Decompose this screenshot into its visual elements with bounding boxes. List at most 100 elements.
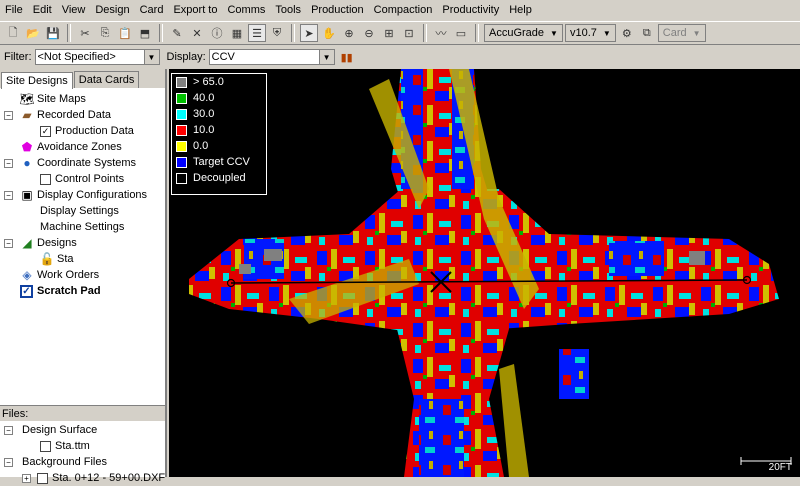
expand-icon[interactable]: + bbox=[22, 473, 31, 483]
tree-item-control-points[interactable]: Control Points bbox=[40, 171, 124, 187]
menu-edit[interactable]: Edit bbox=[28, 0, 57, 20]
profile-line-icon[interactable]: 〰 bbox=[432, 24, 450, 42]
sta-ttm-checkbox[interactable] bbox=[40, 440, 51, 452]
toolbar-separator bbox=[475, 24, 479, 42]
chevron-down-icon: ▼ bbox=[318, 50, 334, 64]
filter-select[interactable]: <Not Specified> ▼ bbox=[34, 49, 160, 65]
tree-item-work-orders[interactable]: ◈ Work Orders bbox=[20, 267, 99, 283]
cut-icon[interactable]: ✂ bbox=[76, 24, 94, 42]
menu-view[interactable]: View bbox=[57, 0, 91, 20]
lock-icon: 🔓 bbox=[39, 252, 55, 266]
legend-settings-icon[interactable]: ▮▮ bbox=[338, 48, 356, 66]
tree-item-sta[interactable]: 🔓 Sta bbox=[40, 251, 74, 267]
collapse-icon[interactable]: − bbox=[4, 110, 13, 120]
tree-item-coordinate-systems[interactable]: − ● Coordinate Systems bbox=[4, 155, 136, 171]
menu-card[interactable]: Card bbox=[135, 0, 169, 20]
menu-export-to[interactable]: Export to bbox=[168, 0, 222, 20]
shield-check-icon[interactable]: ⛨ bbox=[268, 24, 286, 42]
menu-help[interactable]: Help bbox=[504, 0, 537, 20]
product-combo[interactable]: AccuGrade ▼ bbox=[484, 24, 563, 42]
pan-hand-icon[interactable]: ✋ bbox=[320, 24, 338, 42]
save-icon[interactable]: 💾 bbox=[44, 24, 62, 42]
legend-swatch bbox=[176, 172, 187, 184]
file-item-design-surface[interactable]: − Design Surface bbox=[4, 422, 97, 438]
paste-icon[interactable]: 📋 bbox=[116, 24, 134, 42]
legend-swatch bbox=[176, 140, 187, 152]
map-icon: 🗺 bbox=[19, 92, 35, 106]
copy-icon[interactable]: ⎘ bbox=[96, 24, 114, 42]
tree-item-label: Display Settings bbox=[40, 205, 119, 217]
edit-icon[interactable]: ✎ bbox=[168, 24, 186, 42]
list-view-icon[interactable]: ☰ bbox=[248, 24, 266, 42]
menu-comms[interactable]: Comms bbox=[222, 0, 270, 20]
zoom-in-icon[interactable]: ⊕ bbox=[340, 24, 358, 42]
tab-data-cards[interactable]: Data Cards bbox=[73, 71, 140, 88]
card-reader-icon[interactable]: ⧉ bbox=[638, 24, 656, 42]
product-combo-value: AccuGrade bbox=[489, 27, 545, 39]
legend-swatch bbox=[176, 156, 187, 168]
pentagon-icon: ⬟ bbox=[21, 140, 33, 154]
open-folder-icon[interactable]: 📂 bbox=[24, 24, 42, 42]
tree-item-recorded-data[interactable]: − ▰ Recorded Data bbox=[4, 107, 111, 123]
tab-site-designs[interactable]: Site Designs bbox=[1, 72, 73, 89]
folder-icon: ▰ bbox=[22, 108, 32, 122]
tree-item-label: Control Points bbox=[55, 173, 125, 185]
delete-icon[interactable]: ✕ bbox=[188, 24, 206, 42]
zoom-window-icon[interactable]: ⊞ bbox=[380, 24, 398, 42]
tree-item-display-configurations[interactable]: − ▣ Display Configurations bbox=[4, 187, 147, 203]
zoom-extents-icon[interactable]: ⊡ bbox=[400, 24, 418, 42]
collapse-icon[interactable]: − bbox=[4, 158, 13, 168]
control-points-checkbox[interactable] bbox=[40, 173, 51, 185]
collapse-icon[interactable]: − bbox=[4, 425, 13, 435]
collapse-icon[interactable]: − bbox=[4, 190, 13, 200]
menu-productivity[interactable]: Productivity bbox=[437, 0, 504, 20]
measure-icon[interactable]: ▭ bbox=[452, 24, 470, 42]
legend-swatch bbox=[176, 76, 187, 88]
globe-icon: ● bbox=[23, 156, 31, 170]
monitor-icon: ▣ bbox=[21, 188, 33, 202]
version-combo[interactable]: v10.7 ▼ bbox=[564, 24, 616, 42]
tree-item-production-data[interactable]: ✓ Production Data bbox=[40, 123, 134, 139]
display-select-value: CCV bbox=[211, 51, 235, 63]
tree-item-avoidance-zones[interactable]: ⬟ Avoidance Zones bbox=[20, 139, 122, 155]
production-data-checkbox[interactable]: ✓ bbox=[40, 125, 51, 137]
zoom-out-icon[interactable]: ⊖ bbox=[360, 24, 378, 42]
legend-label: 0.0 bbox=[193, 140, 209, 152]
card-combo[interactable]: Card ▼ bbox=[657, 24, 706, 42]
settings-icon[interactable]: ⚙ bbox=[618, 24, 636, 42]
menu-bar: File Edit View Design Card Export to Com… bbox=[0, 0, 800, 20]
tree-item-scratch-pad[interactable]: ✓ Scratch Pad bbox=[20, 283, 101, 299]
collapse-icon[interactable]: − bbox=[4, 238, 13, 248]
menu-file[interactable]: File bbox=[0, 0, 28, 20]
export-icon[interactable]: ⬒ bbox=[136, 24, 154, 42]
tree-item-label: Recorded Data bbox=[37, 109, 111, 121]
filter-select-value: <Not Specified> bbox=[37, 51, 116, 63]
file-item-background-files[interactable]: − Background Files bbox=[4, 454, 107, 470]
new-file-icon[interactable]: 🗋 bbox=[4, 24, 22, 42]
grid-view-icon[interactable]: ▦ bbox=[228, 24, 246, 42]
dxf-checkbox[interactable] bbox=[37, 472, 48, 484]
collapse-icon[interactable]: − bbox=[4, 457, 13, 467]
file-item-dxf[interactable]: + Sta. 0+12 - 59+00.DXF bbox=[22, 470, 165, 486]
legend-label: 40.0 bbox=[193, 92, 215, 104]
map-view[interactable]: > 65.0 40.0 30.0 10.0 0.0 Target CCV Dec… bbox=[169, 69, 800, 477]
tree-item-display-settings[interactable]: Display Settings bbox=[40, 203, 119, 219]
scratch-pad-checkbox[interactable]: ✓ bbox=[20, 284, 33, 298]
tab-bar: Site Designs Data Cards bbox=[0, 69, 165, 89]
menu-design[interactable]: Design bbox=[90, 0, 134, 20]
chevron-down-icon: ▼ bbox=[692, 28, 701, 38]
files-header: Files: bbox=[0, 405, 165, 421]
toolbar-separator bbox=[291, 24, 295, 42]
file-item-sta-ttm[interactable]: Sta.ttm bbox=[40, 438, 90, 454]
tree-item-designs[interactable]: − ◢ Designs bbox=[4, 235, 77, 251]
select-arrow-icon[interactable]: ➤ bbox=[300, 24, 318, 42]
menu-compaction[interactable]: Compaction bbox=[369, 0, 438, 20]
toolbar: 🗋 📂 💾 ✂ ⎘ 📋 ⬒ ✎ ✕ ⓘ ▦ ☰ ⛨ ➤ ✋ ⊕ ⊖ ⊞ ⊡ 〰 … bbox=[0, 21, 800, 45]
display-select[interactable]: CCV ▼ bbox=[208, 49, 335, 65]
tree-item-machine-settings[interactable]: Machine Settings bbox=[40, 219, 124, 235]
menu-tools[interactable]: Tools bbox=[270, 0, 306, 20]
legend-item: Decoupled bbox=[172, 170, 266, 186]
tree-item-site-maps[interactable]: 🗺 Site Maps bbox=[19, 91, 86, 107]
menu-production[interactable]: Production bbox=[306, 0, 369, 20]
info-icon[interactable]: ⓘ bbox=[208, 24, 226, 42]
